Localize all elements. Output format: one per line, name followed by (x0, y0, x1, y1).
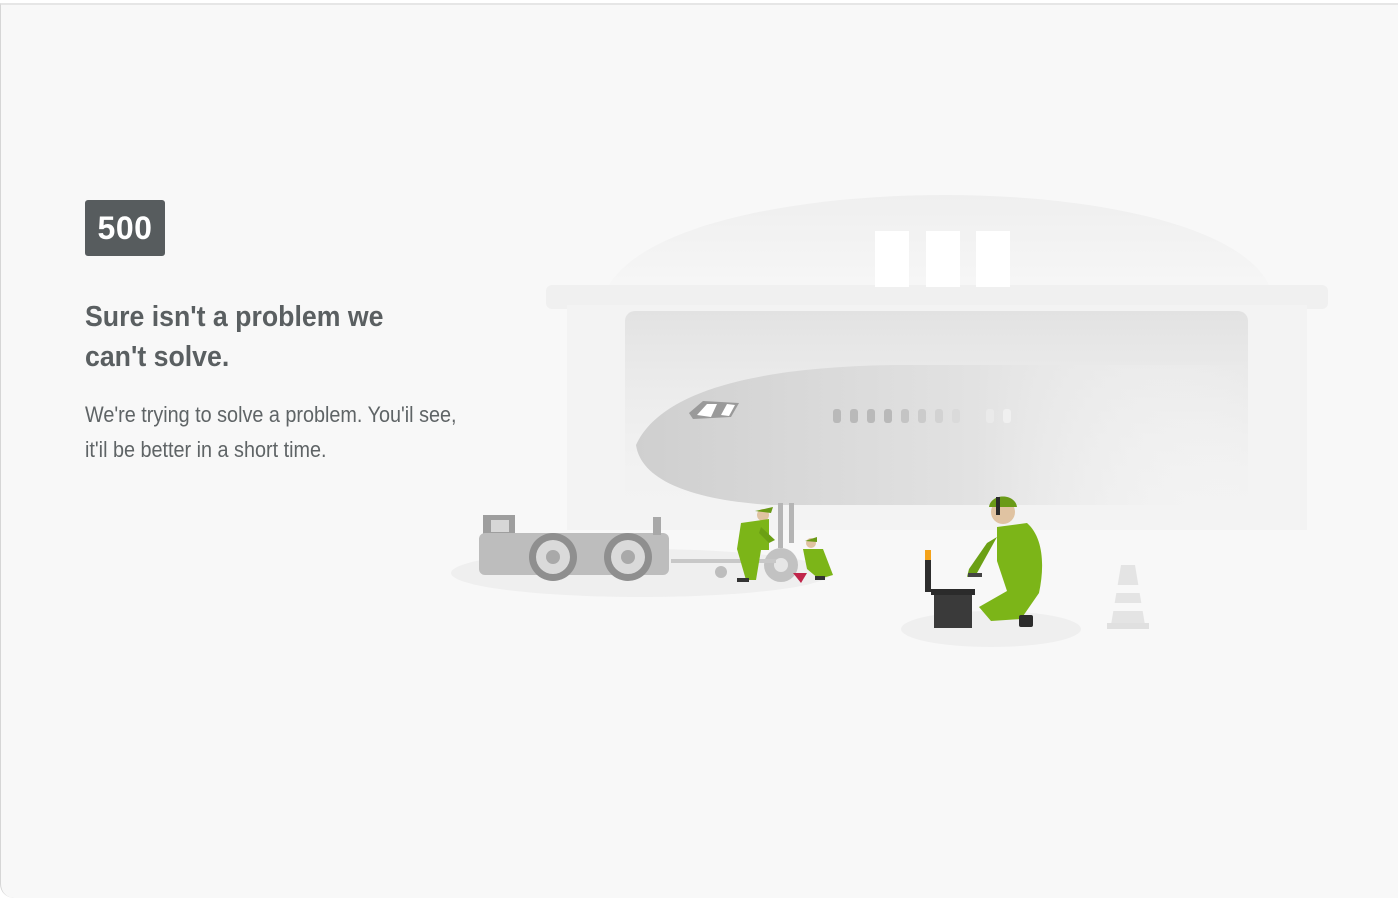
error-headline: Sure isn't a problem we can't solve. (85, 301, 384, 373)
traffic-cone (1107, 565, 1149, 629)
error-message: We're trying to solve a problem. You'il … (85, 402, 457, 462)
error-page: 500 Sure isn't a problem we can't solve.… (0, 3, 1398, 898)
error-code-badge: 500 (85, 200, 165, 256)
airplane (636, 365, 1251, 583)
hangar-illustration (451, 195, 1328, 647)
